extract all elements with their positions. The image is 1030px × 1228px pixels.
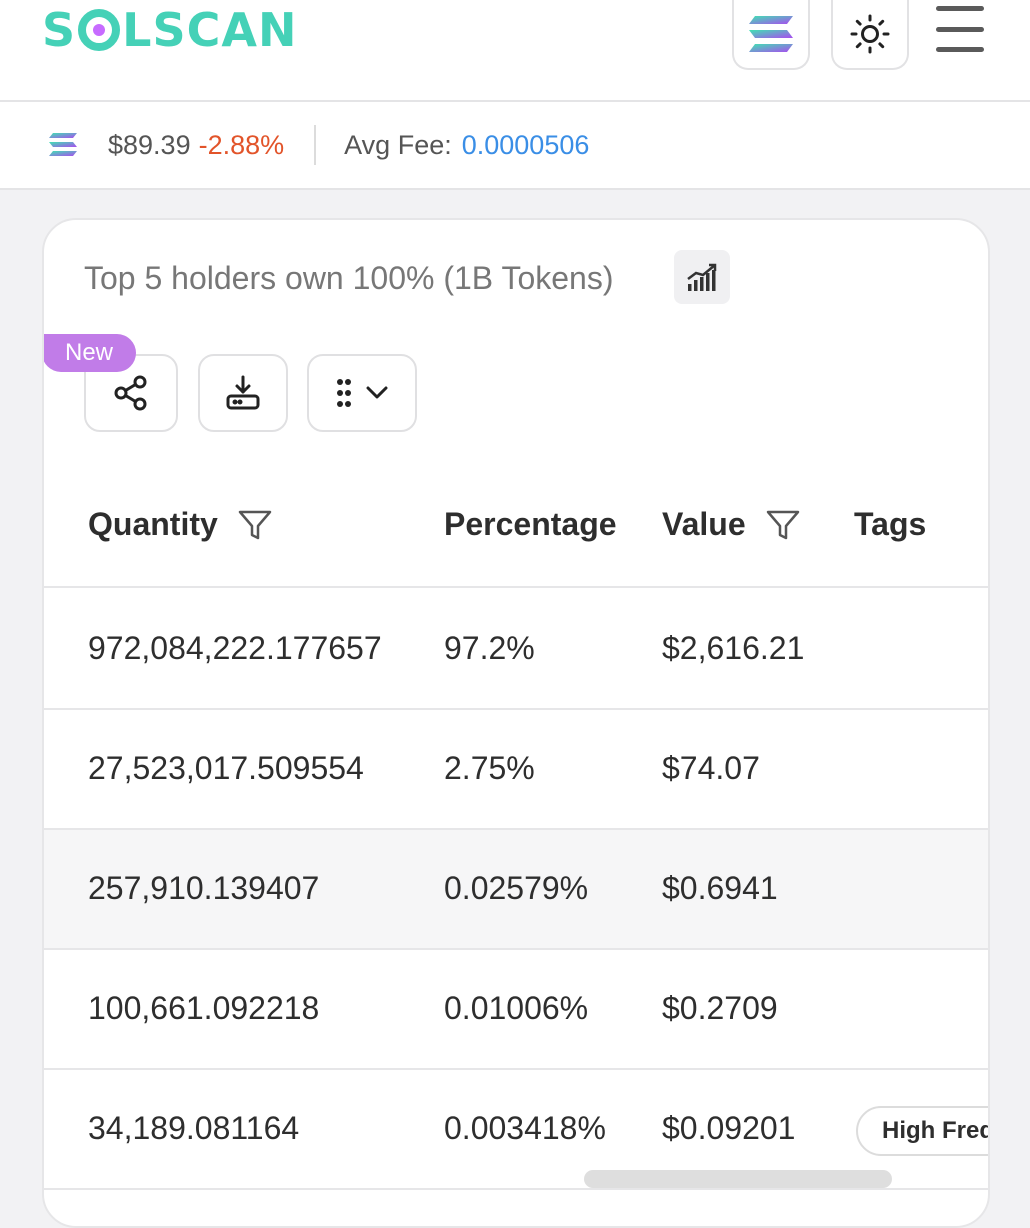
column-header-quantity[interactable]: Quantity: [88, 506, 272, 543]
table-row[interactable]: 972,084,222.177657 97.2% $2,616.21: [44, 590, 988, 710]
value-cell: $0.09201: [662, 1110, 796, 1146]
price-bar: $89.39 -2.88% Avg Fee: 0.0000506: [0, 102, 1030, 190]
theme-toggle-button[interactable]: [831, 0, 909, 70]
solscan-logo[interactable]: S LSCAN: [42, 3, 298, 57]
filter-icon[interactable]: [238, 509, 272, 541]
download-icon: [226, 375, 260, 410]
logo-text-start: S: [42, 3, 77, 57]
menu-line: [936, 47, 984, 52]
value-cell: $74.07: [662, 750, 760, 786]
tag-chip[interactable]: High Freq: [856, 1106, 988, 1156]
drag-dots-icon: [337, 379, 351, 407]
table-row[interactable]: 257,910.139407 0.02579% $0.6941: [44, 830, 988, 950]
holders-summary: Top 5 holders own 100% (1B Tokens): [84, 260, 614, 296]
quantity-cell: 257,910.139407: [88, 870, 320, 906]
quantity-cell: 34,189.081164: [88, 1110, 300, 1146]
top-header: S LSCAN: [0, 0, 1030, 102]
filter-icon[interactable]: [766, 509, 800, 541]
table-row[interactable]: 27,523,017.509554 2.75% $74.07: [44, 710, 988, 830]
percentage-cell: 0.02579%: [444, 870, 589, 906]
quantity-cell: 27,523,017.509554: [88, 750, 364, 786]
solana-network-button[interactable]: [732, 0, 810, 70]
menu-line: [936, 6, 984, 11]
logo-o-icon: [78, 9, 121, 51]
new-badge: New: [44, 334, 136, 372]
quantity-cell: 100,661.092218: [88, 990, 320, 1026]
table-row[interactable]: 100,661.092218 0.01006% $0.2709: [44, 950, 988, 1070]
column-label: Quantity: [88, 506, 218, 542]
holders-chart-button[interactable]: [674, 250, 730, 304]
percentage-cell: 0.003418%: [444, 1110, 606, 1146]
column-header-tags: Tags: [854, 506, 926, 543]
column-header-percentage[interactable]: Percentage: [444, 506, 617, 543]
column-label: Value: [662, 506, 746, 542]
avg-fee-value[interactable]: 0.0000506: [462, 130, 590, 161]
column-settings-button[interactable]: [307, 354, 417, 432]
divider: [314, 125, 317, 165]
value-cell: $0.6941: [662, 870, 778, 906]
hamburger-menu-icon[interactable]: [936, 6, 984, 52]
percentage-cell: 0.01006%: [444, 990, 589, 1026]
value-cell: $2,616.21: [662, 630, 805, 666]
bar-chart-trend-icon: [687, 263, 717, 291]
sol-price-change: -2.88%: [198, 129, 285, 160]
sol-price: $89.39: [108, 129, 191, 160]
column-label: Tags: [854, 506, 927, 542]
percentage-cell: 2.75%: [444, 750, 535, 786]
column-label: Percentage: [444, 506, 617, 542]
solana-icon: [749, 16, 793, 52]
percentage-cell: 97.2%: [444, 630, 535, 666]
share-icon: [114, 375, 147, 411]
holders-table-header: Quantity Percentage Value Tags: [44, 468, 988, 588]
quantity-cell: 972,084,222.177657: [88, 630, 382, 666]
value-cell: $0.2709: [662, 990, 778, 1026]
chevron-down-icon: [366, 386, 388, 399]
solana-icon: [49, 133, 77, 156]
sun-icon: [850, 14, 890, 54]
avg-fee-label: Avg Fee:: [344, 129, 452, 160]
logo-text-end: LSCAN: [122, 3, 298, 57]
holders-card: Top 5 holders own 100% (1B Tokens) New Q…: [42, 218, 990, 1228]
menu-line: [936, 26, 984, 32]
column-header-value[interactable]: Value: [662, 506, 800, 543]
download-button[interactable]: [198, 354, 288, 432]
horizontal-scrollbar[interactable]: [584, 1170, 892, 1188]
